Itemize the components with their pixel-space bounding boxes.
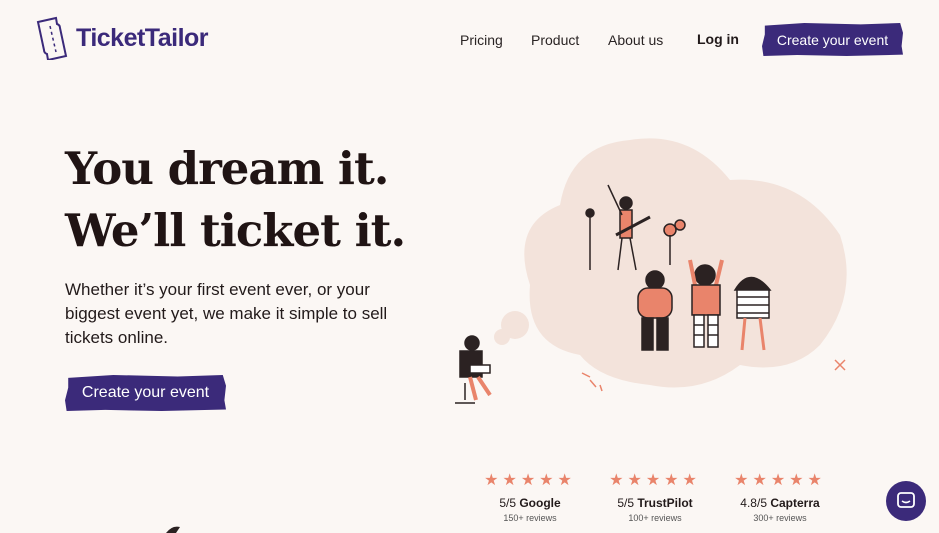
chat-button[interactable] bbox=[886, 481, 926, 521]
chat-icon bbox=[897, 492, 915, 508]
hero-illustration bbox=[455, 138, 847, 404]
hero-title-line-2: We’ll ticket it. bbox=[65, 204, 406, 257]
review-score: 4.8/5 Capterra bbox=[740, 496, 820, 510]
review-google: ★★★★★ 5/5 Google 150+ reviews bbox=[470, 470, 590, 523]
review-score: 5/5 TrustPilot bbox=[617, 496, 693, 510]
create-event-nav-button[interactable]: Create your event bbox=[762, 23, 903, 56]
create-event-hero-button[interactable]: Create your event bbox=[65, 375, 226, 411]
hero-title-line-1: You dream it. bbox=[65, 142, 389, 195]
reviews-section: ★★★★★ 5/5 Google 150+ reviews ★★★★★ 5/5 … bbox=[470, 470, 850, 530]
nav-link-pricing[interactable]: Pricing bbox=[460, 32, 503, 48]
rating-stars: ★★★★★ bbox=[484, 472, 576, 489]
review-score: 5/5 Google bbox=[499, 496, 561, 510]
rating-stars: ★★★★★ bbox=[609, 472, 701, 489]
nav-link-about-us[interactable]: About us bbox=[608, 32, 663, 48]
hero-title: You dream it. We’ll ticket it. bbox=[65, 138, 406, 262]
review-count: 300+ reviews bbox=[753, 513, 807, 523]
review-count: 150+ reviews bbox=[503, 513, 557, 523]
review-count: 100+ reviews bbox=[628, 513, 682, 523]
review-trustpilot: ★★★★★ 5/5 TrustPilot 100+ reviews bbox=[595, 470, 715, 523]
nav-link-product[interactable]: Product bbox=[531, 32, 579, 48]
bird-graphic bbox=[166, 526, 180, 533]
login-link[interactable]: Log in bbox=[697, 31, 739, 47]
hero-subtitle: Whether it’s your first event ever, or y… bbox=[65, 280, 388, 347]
rating-stars: ★★★★★ bbox=[734, 472, 826, 489]
review-capterra: ★★★★★ 4.8/5 Capterra 300+ reviews bbox=[720, 470, 840, 523]
